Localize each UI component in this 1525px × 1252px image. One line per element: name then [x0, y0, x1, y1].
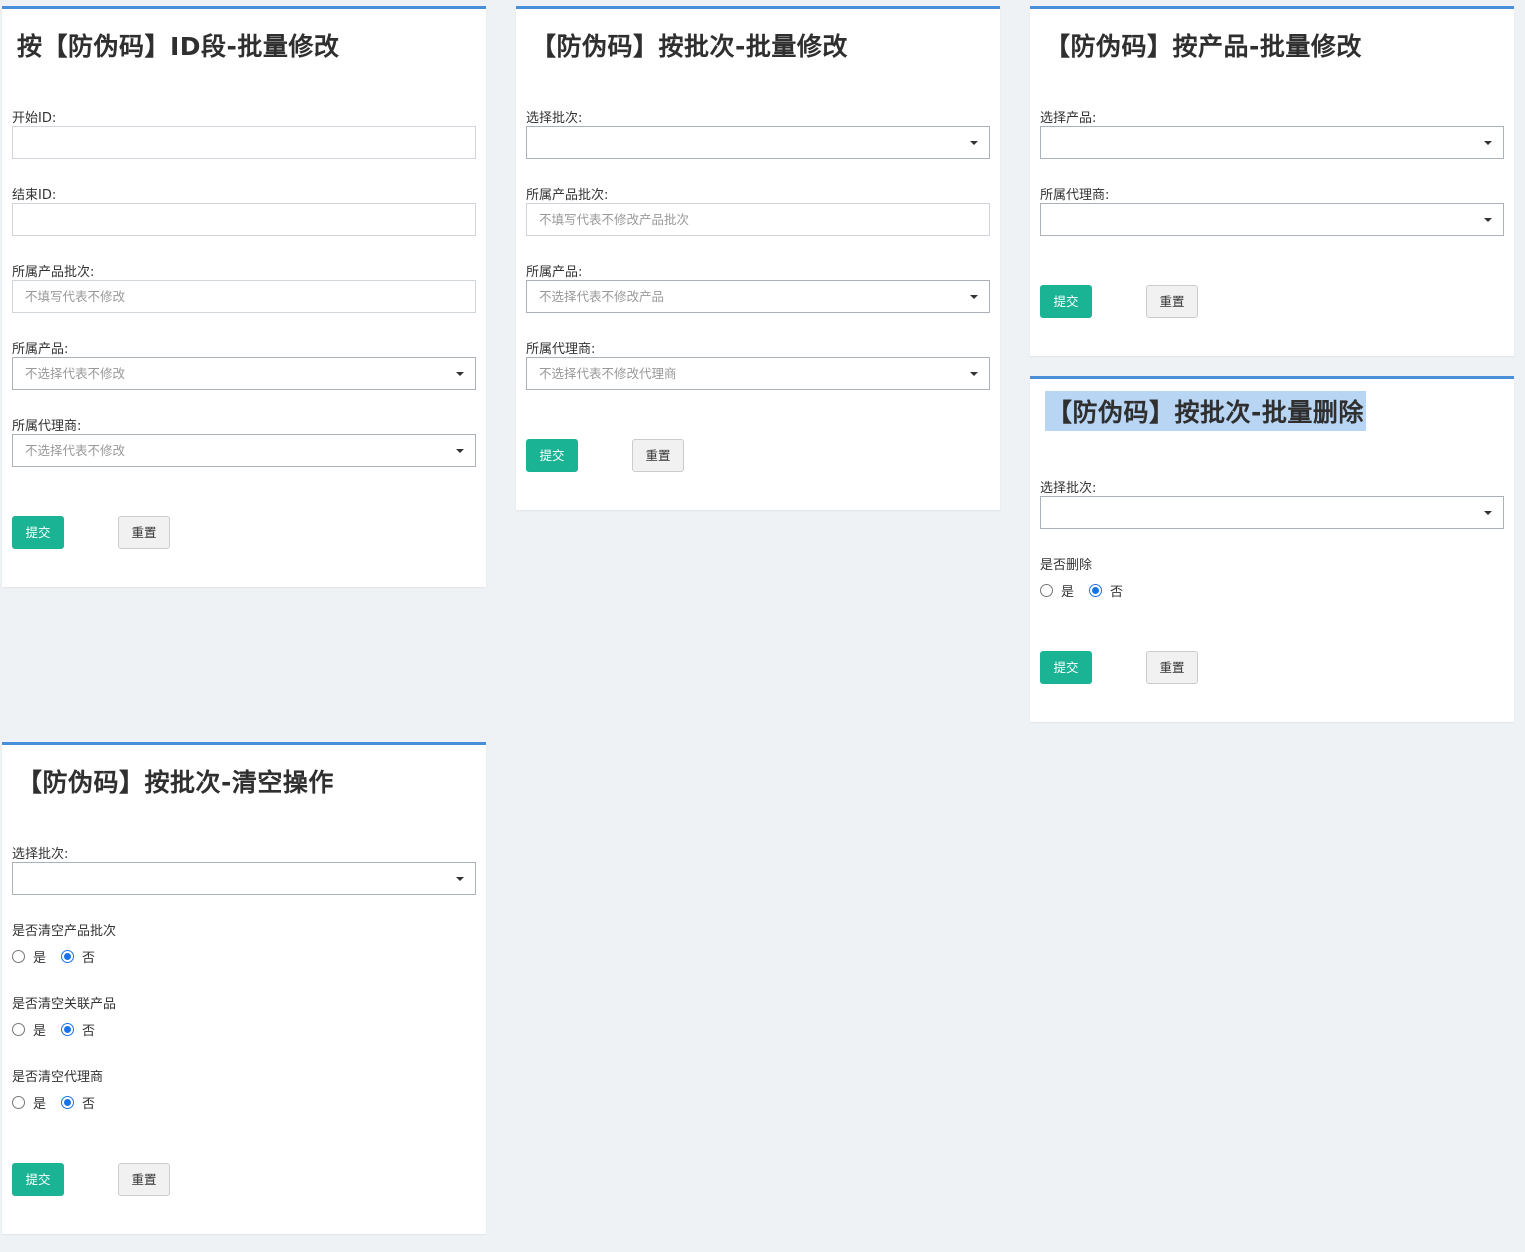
clear-agent-label: 是否清空代理商	[12, 1070, 104, 1085]
caret-down-icon	[970, 141, 978, 145]
panel-by-product-modify: 【防伪码】按产品-批量修改 选择产品: 所属代理商: 提交 重置	[1030, 6, 1514, 356]
caret-down-icon	[456, 372, 464, 376]
caret-down-icon	[1484, 511, 1492, 515]
panel-by-batch-delete: 【防伪码】按批次-批量删除 选择批次: 是否删除 是 否 提交 重置	[1030, 376, 1514, 722]
agent-select-value: 不选择代表不修改代理商	[539, 366, 677, 381]
reset-button[interactable]: 重置	[118, 516, 170, 549]
product-batch-label: 所属产品批次:	[526, 188, 609, 203]
radio-no-label: 否	[82, 950, 96, 966]
agent-select[interactable]	[1040, 203, 1504, 236]
select-batch-label: 选择批次:	[526, 111, 583, 126]
radio-yes[interactable]	[12, 1095, 25, 1109]
caret-down-icon	[1484, 141, 1492, 145]
delete-label: 是否删除	[1040, 558, 1093, 573]
panel-title: 【防伪码】按批次-批量删除	[1045, 391, 1366, 431]
product-select[interactable]: 不选择代表不修改产品	[526, 280, 990, 313]
reset-button[interactable]: 重置	[118, 1163, 170, 1196]
clear-batch-label: 是否清空产品批次	[12, 924, 117, 939]
clear-product-radio-group: 是 否	[12, 1020, 110, 1039]
panel-title: 按【防伪码】ID段-批量修改	[17, 32, 340, 61]
panel-by-batch-clear: 【防伪码】按批次-清空操作 选择批次: 是否清空产品批次 是 否 是否清空关联产…	[2, 742, 486, 1234]
batch-label: 所属产品批次:	[12, 265, 95, 280]
end-id-input[interactable]	[12, 203, 476, 236]
select-product-dropdown[interactable]	[1040, 126, 1504, 159]
reset-button[interactable]: 重置	[1146, 285, 1198, 318]
radio-yes-label: 是	[33, 950, 47, 966]
select-batch-label: 选择批次:	[1040, 481, 1097, 496]
agent-select[interactable]: 不选择代表不修改代理商	[526, 357, 990, 390]
product-label: 所属产品:	[526, 265, 583, 280]
clear-batch-radio-group: 是 否	[12, 947, 110, 966]
panel-by-batch-modify: 【防伪码】按批次-批量修改 选择批次: 所属产品批次: 所属产品: 不选择代表不…	[516, 6, 1000, 510]
caret-down-icon	[456, 449, 464, 453]
batch-input[interactable]	[12, 280, 476, 313]
start-id-label: 开始ID:	[12, 111, 57, 126]
radio-no[interactable]	[61, 1095, 75, 1109]
product-select-value: 不选择代表不修改产品	[539, 289, 665, 304]
agent-label: 所属代理商:	[12, 419, 82, 434]
product-select[interactable]: 不选择代表不修改	[12, 357, 476, 390]
submit-button[interactable]: 提交	[1040, 285, 1092, 318]
select-batch-dropdown[interactable]	[12, 862, 476, 895]
caret-down-icon	[970, 295, 978, 299]
agent-label: 所属代理商:	[526, 342, 596, 357]
agent-select-value: 不选择代表不修改	[25, 443, 126, 458]
radio-no-label: 否	[82, 1023, 96, 1039]
select-batch-dropdown[interactable]	[526, 126, 990, 159]
radio-yes-label: 是	[1061, 584, 1075, 600]
radio-no-label: 否	[82, 1096, 96, 1112]
radio-yes[interactable]	[12, 949, 25, 963]
agent-label: 所属代理商:	[1040, 188, 1110, 203]
select-batch-dropdown[interactable]	[1040, 496, 1504, 529]
panel-title: 【防伪码】按批次-批量修改	[531, 32, 848, 61]
product-label: 所属产品:	[12, 342, 69, 357]
panel-title: 【防伪码】按产品-批量修改	[1045, 32, 1362, 61]
caret-down-icon	[970, 372, 978, 376]
radio-yes[interactable]	[1040, 583, 1053, 597]
start-id-input[interactable]	[12, 126, 476, 159]
agent-select[interactable]: 不选择代表不修改	[12, 434, 476, 467]
submit-button[interactable]: 提交	[12, 516, 64, 549]
submit-button[interactable]: 提交	[1040, 651, 1092, 684]
radio-yes[interactable]	[12, 1022, 25, 1036]
radio-yes-label: 是	[33, 1023, 47, 1039]
caret-down-icon	[1484, 218, 1492, 222]
submit-button[interactable]: 提交	[526, 439, 578, 472]
clear-product-label: 是否清空关联产品	[12, 997, 117, 1012]
product-batch-input[interactable]	[526, 203, 990, 236]
panel-title: 【防伪码】按批次-清空操作	[17, 768, 334, 797]
radio-no[interactable]	[1089, 583, 1103, 597]
product-select-value: 不选择代表不修改	[25, 366, 126, 381]
reset-button[interactable]: 重置	[632, 439, 684, 472]
radio-no[interactable]	[61, 1022, 75, 1036]
radio-yes-label: 是	[33, 1096, 47, 1112]
radio-no-label: 否	[1110, 584, 1124, 600]
caret-down-icon	[456, 877, 464, 881]
clear-agent-radio-group: 是 否	[12, 1093, 110, 1112]
panel-id-range-batch-modify: 按【防伪码】ID段-批量修改 开始ID: 结束ID: 所属产品批次: 所属产品:…	[2, 6, 486, 587]
select-batch-label: 选择批次:	[12, 847, 69, 862]
delete-radio-group: 是 否	[1040, 581, 1138, 600]
radio-no[interactable]	[61, 949, 75, 963]
select-product-label: 选择产品:	[1040, 111, 1097, 126]
end-id-label: 结束ID:	[12, 188, 57, 203]
submit-button[interactable]: 提交	[12, 1163, 64, 1196]
reset-button[interactable]: 重置	[1146, 651, 1198, 684]
